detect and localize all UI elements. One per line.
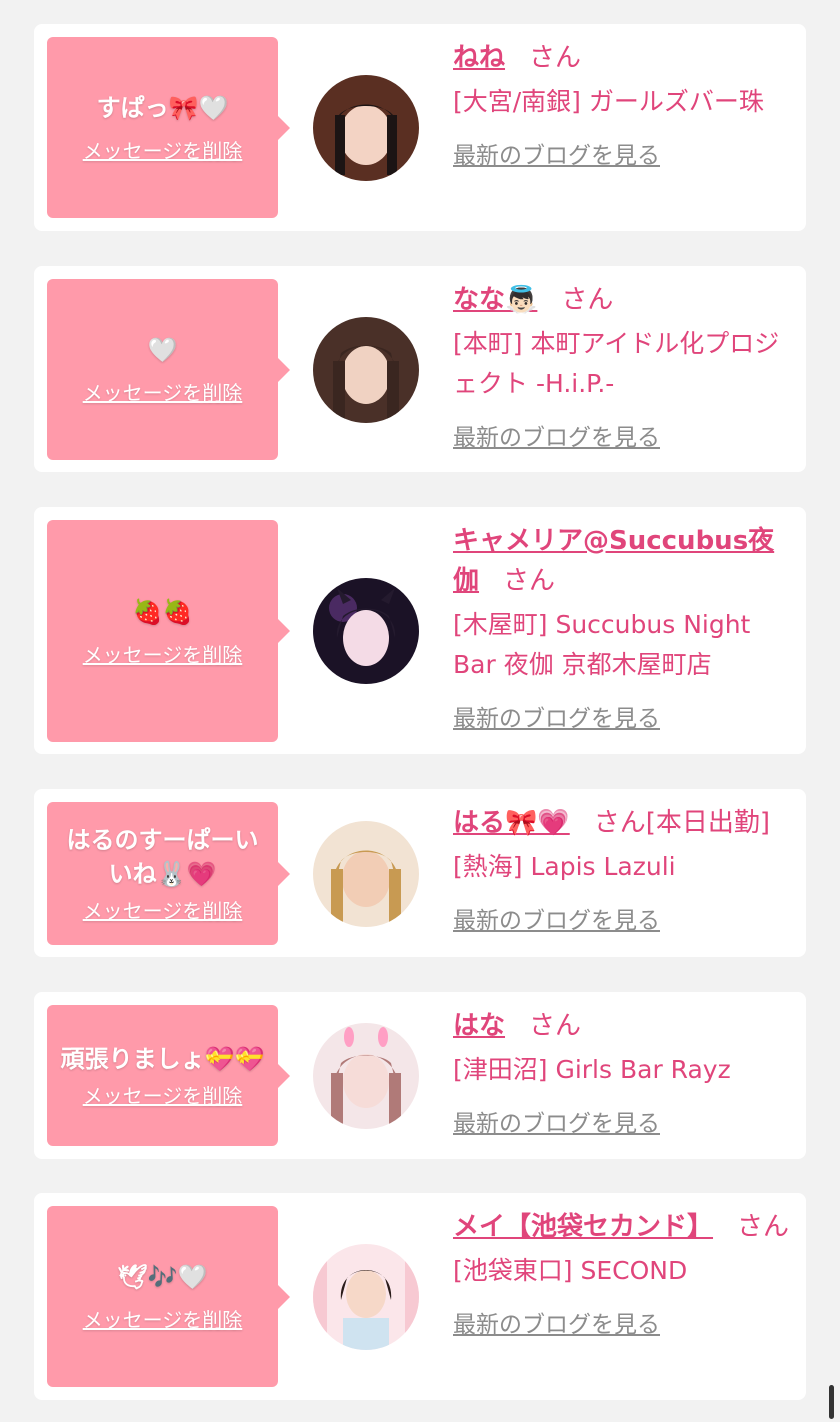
message-bubble: すぱっ🎀🤍 メッセージを削除 (47, 37, 290, 218)
message-card: 🤍 メッセージを削除 なな👼🏻 さん [本町] 本町アイドル化プロジェクト -H.… (34, 266, 806, 472)
shop-name: [津田沼] Girls Bar Rayz (453, 1055, 731, 1084)
cast-info: なな👼🏻 さん [本町] 本町アイドル化プロジェクト -H.i.P.- 最新のブロ… (453, 280, 793, 452)
san-suffix: さん (503, 566, 556, 596)
avatar[interactable] (313, 317, 419, 423)
scrollbar[interactable] (829, 1385, 834, 1419)
message-text: はるのすーぱーいいね🐰💗 (66, 826, 259, 888)
avatar-photo-icon (313, 1023, 419, 1129)
avatar-photo-icon (313, 1244, 419, 1350)
cast-info: ねね さん [大宮/南銀] ガールズバー珠 最新のブログを見る (453, 38, 793, 170)
delete-message-link[interactable]: メッセージを削除 (83, 639, 243, 668)
message-text: 頑張りましょ💝💝 (60, 1045, 265, 1073)
shop-name: [大宮/南銀] ガールズバー珠 (453, 87, 764, 116)
cast-name-link[interactable]: なな👼🏻 (453, 285, 537, 315)
delete-message-link[interactable]: メッセージを削除 (83, 1080, 243, 1109)
message-card: すぱっ🎀🤍 メッセージを削除 ねね さん [大宮/南銀] ガールズバー珠 最新のブ… (34, 24, 806, 231)
san-suffix: さん (529, 43, 582, 73)
message-text: 🍓🍓 (132, 597, 193, 626)
avatar-photo-icon (313, 317, 419, 423)
avatar-photo-icon (313, 821, 419, 927)
cast-name-link[interactable]: はる🎀💗 (453, 808, 570, 838)
delete-message-link[interactable]: メッセージを削除 (83, 377, 243, 406)
shop-name: [池袋東口] SECOND (453, 1256, 688, 1285)
latest-blog-link[interactable]: 最新のブログを見る (453, 1305, 660, 1339)
delete-message-link[interactable]: メッセージを削除 (83, 1304, 243, 1333)
latest-blog-link[interactable]: 最新のブログを見る (453, 136, 660, 170)
message-text: 🕊🎶🤍 (117, 1263, 208, 1291)
attendance-badge: [本日出勤] (645, 808, 771, 838)
avatar[interactable] (313, 75, 419, 181)
message-card: 頑張りましょ💝💝 メッセージを削除 はな さん [津田沼] Girls Bar R… (34, 992, 806, 1159)
message-bubble: 🕊🎶🤍 メッセージを削除 (47, 1206, 290, 1387)
latest-blog-link[interactable]: 最新のブログを見る (453, 901, 660, 935)
cast-name-link[interactable]: はな (453, 1011, 505, 1041)
message-bubble: 🍓🍓 メッセージを削除 (47, 520, 290, 742)
latest-blog-link[interactable]: 最新のブログを見る (453, 418, 660, 452)
avatar[interactable] (313, 821, 419, 927)
avatar-photo-icon (313, 578, 419, 684)
shop-name: [本町] 本町アイドル化プロジェクト -H.i.P.- (453, 329, 780, 398)
cast-info: メイ【池袋セカンド】 さん [池袋東口] SECOND 最新のブログを見る (453, 1207, 793, 1339)
avatar[interactable] (313, 578, 419, 684)
latest-blog-link[interactable]: 最新のブログを見る (453, 1104, 660, 1138)
cast-name-link[interactable]: ねね (453, 43, 505, 73)
message-text: 🤍 (147, 336, 178, 364)
message-bubble: 🤍 メッセージを削除 (47, 279, 290, 460)
cast-name-link[interactable]: キャメリア@Succubus夜伽 (453, 526, 774, 596)
avatar[interactable] (313, 1023, 419, 1129)
cast-info: キャメリア@Succubus夜伽 さん [木屋町] Succubus Night … (453, 521, 793, 733)
message-card: 🕊🎶🤍 メッセージを削除 メイ【池袋セカンド】 さん [池袋東口] SECOND … (34, 1193, 806, 1400)
cast-info: はる🎀💗 さん[本日出勤] [熱海] Lapis Lazuli 最新のブログを見る (453, 803, 793, 935)
delete-message-link[interactable]: メッセージを削除 (83, 135, 243, 164)
message-text: すぱっ🎀🤍 (96, 94, 229, 122)
message-card: はるのすーぱーいいね🐰💗 メッセージを削除 はる🎀💗 さん[本日出勤] [熱海] … (34, 789, 806, 957)
message-bubble: 頑張りましょ💝💝 メッセージを削除 (47, 1005, 290, 1146)
message-bubble: はるのすーぱーいいね🐰💗 メッセージを削除 (47, 802, 290, 945)
cast-name-link[interactable]: メイ【池袋セカンド】 (453, 1212, 713, 1242)
san-suffix: さん (561, 285, 614, 315)
avatar-photo-icon (313, 75, 419, 181)
message-card: 🍓🍓 メッセージを削除 キャメリア@Succubus夜伽 さん [木屋町] Suc… (34, 507, 806, 754)
avatar[interactable] (313, 1244, 419, 1350)
cast-info: はな さん [津田沼] Girls Bar Rayz 最新のブログを見る (453, 1006, 793, 1138)
san-suffix: さん (529, 1011, 582, 1041)
shop-name: [熱海] Lapis Lazuli (453, 852, 676, 881)
shop-name: [木屋町] Succubus Night Bar 夜伽 京都木屋町店 (453, 610, 751, 679)
latest-blog-link[interactable]: 最新のブログを見る (453, 699, 660, 733)
delete-message-link[interactable]: メッセージを削除 (83, 895, 243, 924)
san-suffix: さん (593, 808, 646, 838)
san-suffix: さん (737, 1212, 790, 1242)
